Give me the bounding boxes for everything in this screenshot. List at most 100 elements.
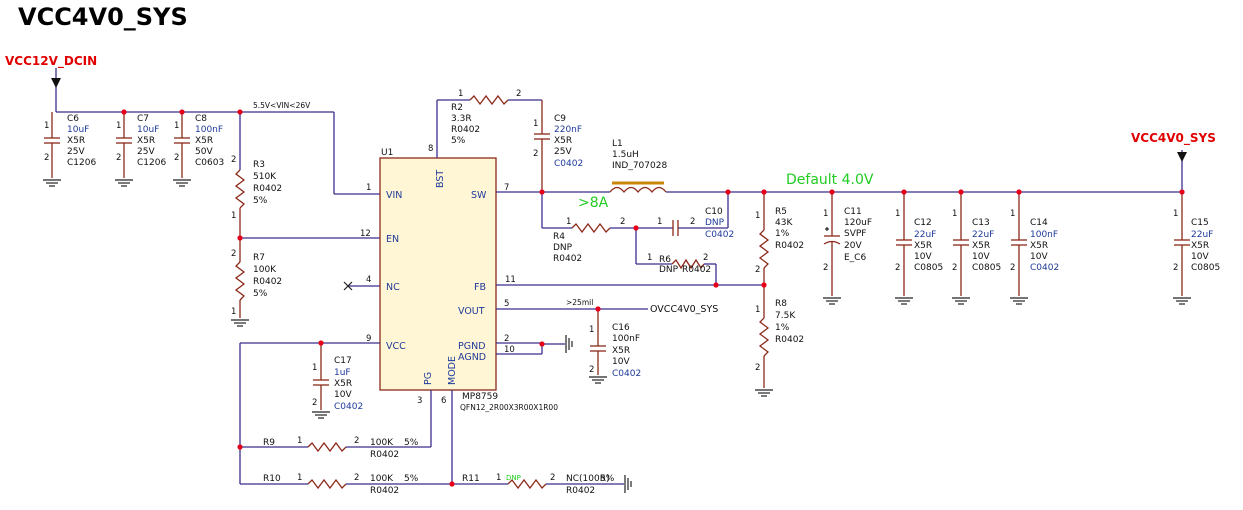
svg-text:12: 12 [360, 229, 371, 239]
svg-text:1: 1 [823, 209, 828, 219]
svg-text:2: 2 [1010, 263, 1015, 273]
svg-text:VCC: VCC [386, 341, 406, 352]
svg-text:2: 2 [1173, 263, 1178, 273]
svg-text:R3: R3 [253, 160, 265, 170]
svg-text:C13: C13 [972, 218, 990, 228]
svg-text:X5R: X5R [1030, 241, 1048, 251]
power-arrow-vin [51, 68, 61, 88]
svg-text:C8: C8 [195, 114, 207, 124]
svg-text:R10: R10 [263, 474, 281, 484]
svg-text:8: 8 [428, 144, 433, 154]
capacitor-c12: 1 2 C12 22uF X5R 10V C0805 [894, 192, 943, 305]
trace-width-note: >25mil [566, 298, 593, 307]
svg-text:AGND: AGND [458, 352, 486, 363]
svg-text:C12: C12 [914, 218, 932, 228]
page-title: VCC4V0_SYS [18, 3, 188, 31]
svg-text:QFN12_2R00X3R00X1R00: QFN12_2R00X3R00X1R00 [460, 403, 558, 412]
svg-text:2: 2 [952, 263, 957, 273]
svg-text:X5R: X5R [612, 346, 630, 356]
svg-text:2: 2 [231, 249, 236, 259]
svg-text:R7: R7 [253, 253, 265, 263]
svg-text:2: 2 [312, 398, 317, 408]
svg-text:C9: C9 [554, 114, 566, 124]
resistor-r8: 1 2 R8 7.5K 1% R0402 [754, 285, 804, 397]
svg-text:X5R: X5R [334, 379, 352, 389]
resistor-r9: R9 1 2 100K 5% R0402 [263, 436, 419, 460]
svg-text:2: 2 [116, 153, 121, 163]
svg-text:1: 1 [755, 211, 760, 221]
svg-text:10V: 10V [1191, 252, 1209, 262]
svg-text:2: 2 [516, 89, 521, 99]
resistor-r7: 2 1 R7 100K R0402 5% [230, 238, 282, 327]
svg-text:4: 4 [366, 275, 371, 285]
svg-text:C15: C15 [1191, 218, 1209, 228]
svg-text:10V: 10V [1030, 252, 1048, 262]
svg-text:C11: C11 [844, 207, 862, 217]
svg-text:1uF: 1uF [334, 368, 351, 378]
svg-text:R6: R6 [659, 255, 671, 265]
svg-text:X5R: X5R [195, 136, 213, 146]
svg-text:1: 1 [647, 253, 652, 263]
svg-text:1: 1 [1173, 209, 1178, 219]
capacitor-c14: 1 2 C14 100nF X5R 10V C0402 [1009, 192, 1059, 305]
svg-text:X5R: X5R [1191, 241, 1209, 251]
svg-text:C0805: C0805 [914, 263, 943, 273]
capacitor-c10: 1 2 C10 DNP C0402 [657, 207, 734, 240]
capacitor-c13: 1 2 C13 22uF X5R 10V C0805 [951, 192, 1001, 305]
svg-text:R0402: R0402 [451, 125, 480, 135]
svg-text:1: 1 [1010, 209, 1015, 219]
svg-text:R0402: R0402 [775, 241, 804, 251]
svg-text:C0805: C0805 [972, 263, 1001, 273]
svg-text:1: 1 [231, 211, 236, 221]
svg-text:R0402: R0402 [253, 277, 282, 287]
capacitor-c16: 1 2 C16 100nF X5R 10V C0402 [588, 309, 641, 384]
svg-text:DNP: DNP [553, 243, 573, 253]
vin-range-note: 5.5V<VIN<26V [253, 101, 311, 110]
svg-text:2: 2 [550, 473, 555, 483]
svg-text:L1: L1 [612, 139, 623, 149]
svg-text:2: 2 [895, 263, 900, 273]
svg-text:1: 1 [174, 121, 179, 131]
svg-text:11: 11 [505, 275, 516, 285]
svg-text:VOUT: VOUT [458, 306, 485, 317]
capacitor-c9: 1 2 C9 220nF X5R 25V C0402 [533, 100, 583, 192]
capacitor-c11: 1 2 C11 120uF SVPF 20V E_C6 [822, 192, 872, 305]
default-voltage-note: Default 4.0V [786, 172, 874, 188]
svg-text:2: 2 [174, 153, 179, 163]
svg-text:10V: 10V [914, 252, 932, 262]
svg-text:22uF: 22uF [972, 230, 994, 240]
svg-text:5%: 5% [253, 196, 268, 206]
svg-text:100K: 100K [370, 474, 394, 484]
svg-text:2: 2 [823, 263, 828, 273]
svg-text:R0402: R0402 [566, 486, 595, 496]
svg-text:1: 1 [458, 89, 463, 99]
svg-text:2: 2 [44, 153, 49, 163]
svg-text:C1206: C1206 [137, 158, 166, 168]
svg-text:120uF: 120uF [844, 218, 872, 228]
svg-text:R0402: R0402 [775, 335, 804, 345]
svg-text:5%: 5% [404, 474, 419, 484]
svg-text:C16: C16 [612, 323, 630, 333]
svg-text:510K: 510K [253, 172, 277, 182]
svg-text:50V: 50V [195, 147, 213, 157]
svg-text:1: 1 [366, 183, 371, 193]
svg-text:1.5uH: 1.5uH [612, 150, 639, 160]
svg-text:100nF: 100nF [195, 125, 223, 135]
resistor-r2: 1 2 R2 3.3R R0402 5% [451, 89, 521, 146]
svg-text:1: 1 [657, 217, 662, 227]
net-label-vout: VCC4V0_SYS [1131, 131, 1216, 146]
svg-text:100K: 100K [253, 265, 277, 275]
svg-text:R8: R8 [775, 299, 787, 309]
svg-text:5%: 5% [451, 136, 466, 146]
svg-text:C7: C7 [137, 114, 149, 124]
svg-text:10uF: 10uF [67, 125, 89, 135]
svg-text:DNP: DNP [705, 218, 725, 228]
svg-text:U1: U1 [381, 148, 393, 158]
svg-text:2: 2 [690, 217, 695, 227]
svg-text:22uF: 22uF [914, 230, 936, 240]
svg-text:3: 3 [417, 396, 422, 406]
net-label-vout-sense: OVCC4V0_SYS [650, 304, 718, 315]
svg-text:1: 1 [952, 209, 957, 219]
svg-text:C1206: C1206 [67, 158, 96, 168]
svg-text:2: 2 [354, 473, 359, 483]
